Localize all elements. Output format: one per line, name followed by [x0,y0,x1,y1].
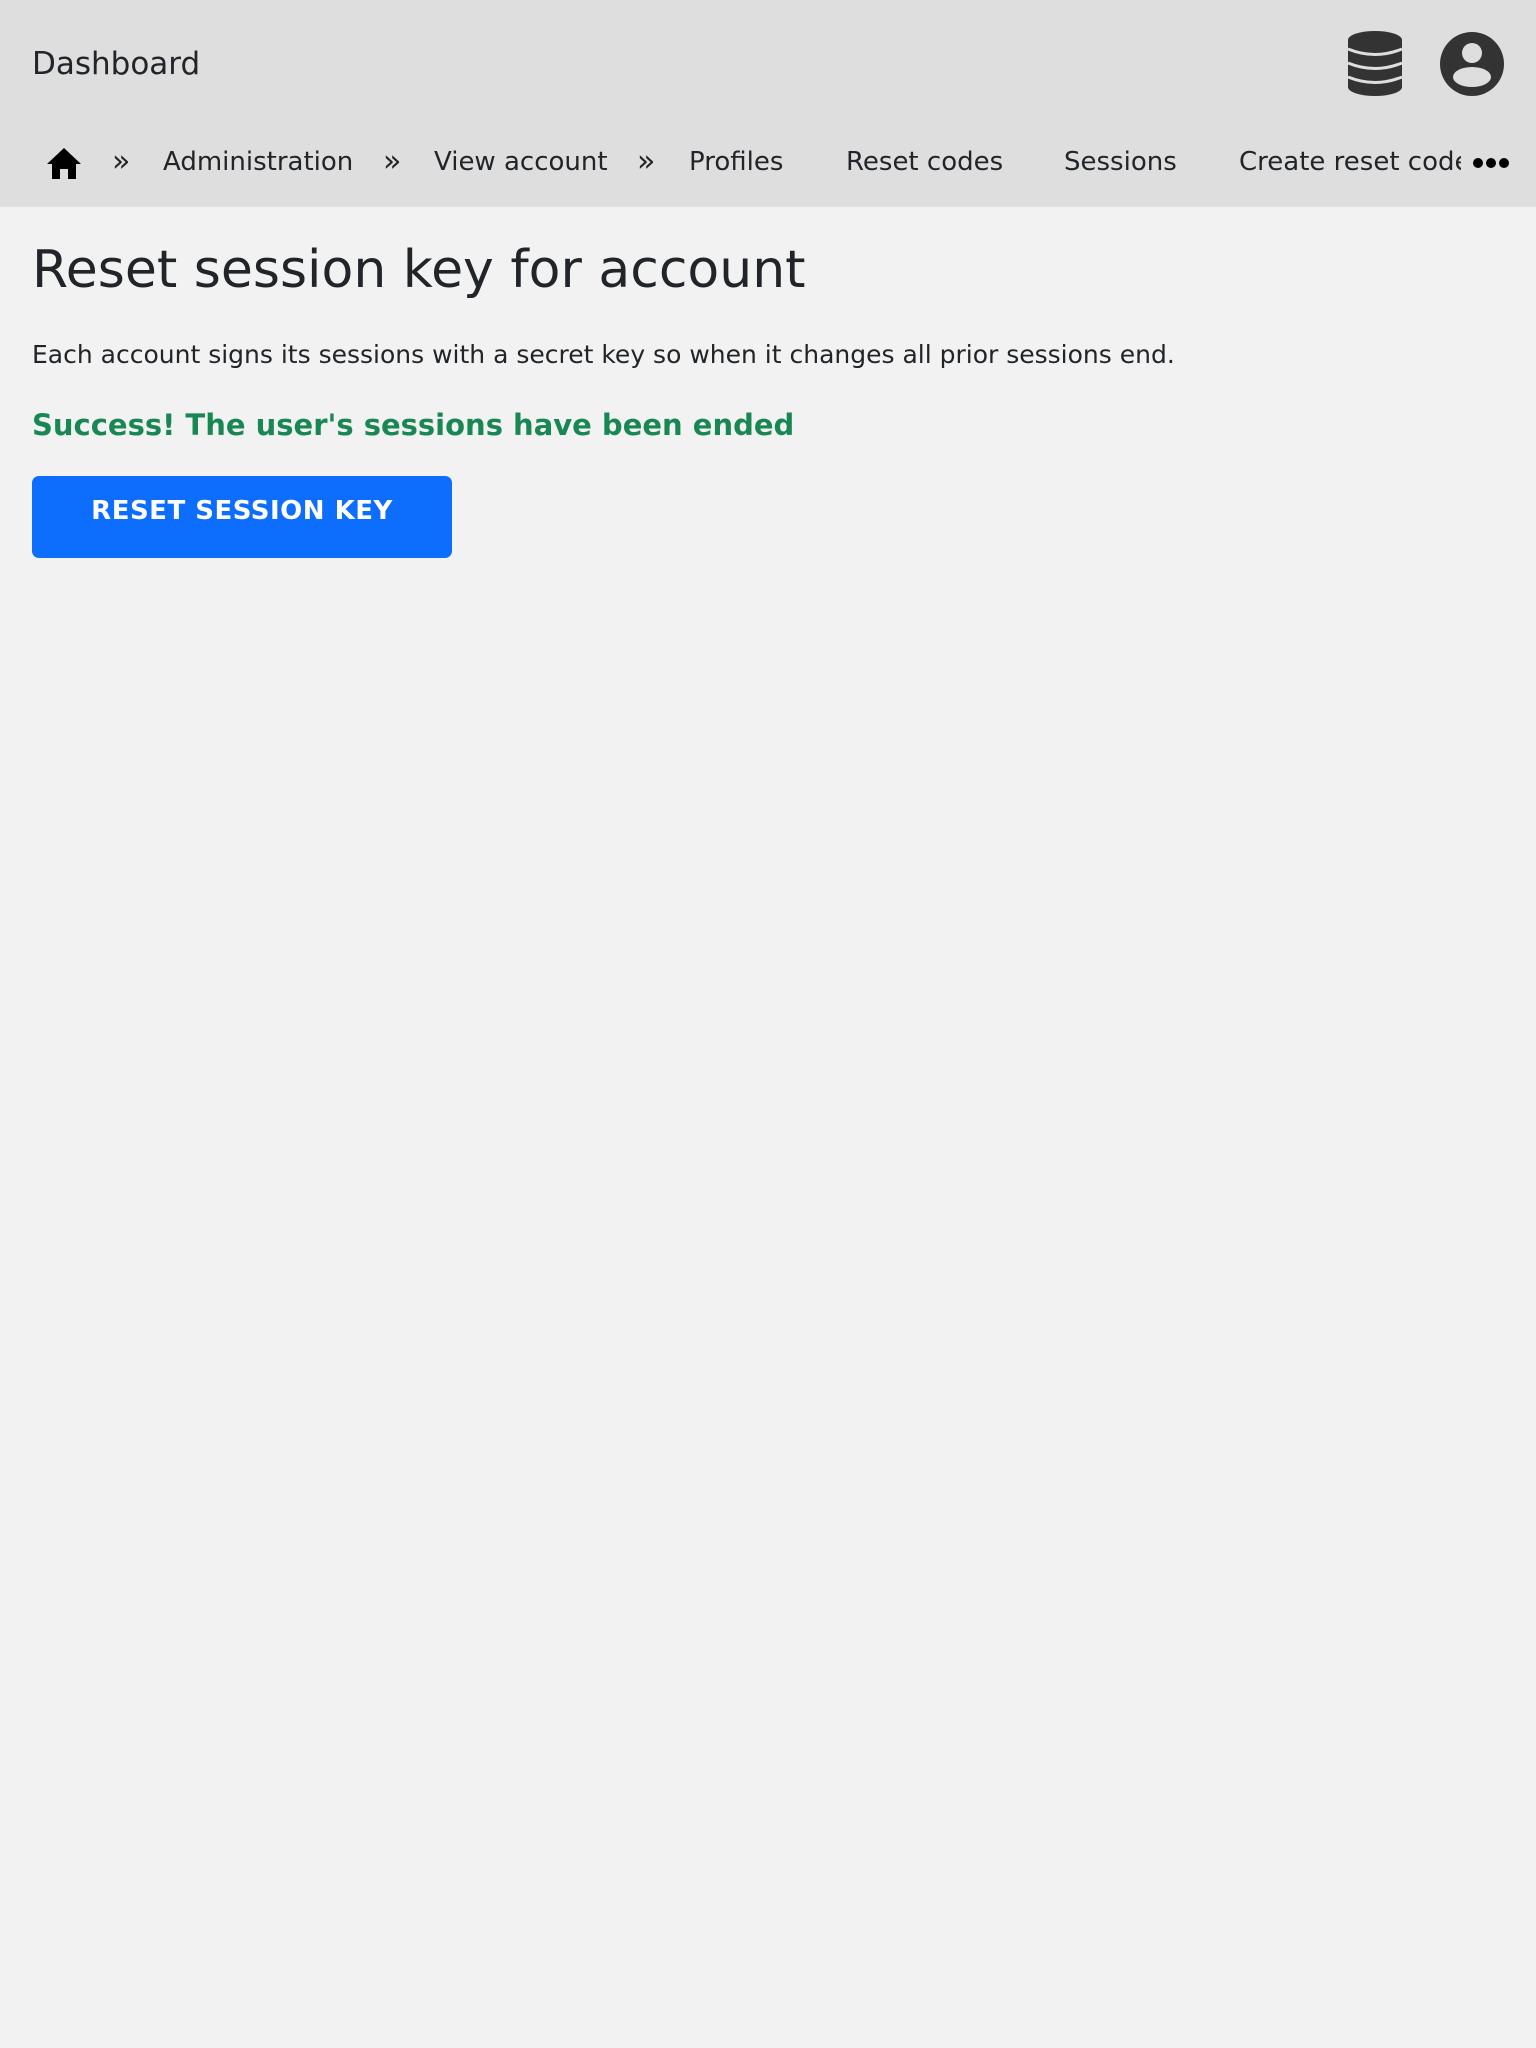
tab-profiles[interactable]: Profiles [689,144,783,180]
more-horizontal-icon[interactable] [1473,157,1509,169]
database-icon[interactable] [1346,30,1404,96]
home-icon[interactable] [44,143,84,183]
success-message: Success! The user's sessions have been e… [32,408,795,442]
reset-session-key-button[interactable]: RESET SESSION KEY [32,476,452,558]
tab-create-reset-code[interactable]: Create reset code [1239,144,1461,180]
dashboard-link[interactable]: Dashboard [32,44,200,84]
breadcrumb-administration[interactable]: Administration [163,144,353,180]
page-title: Reset session key for account [32,240,806,300]
tab-sessions[interactable]: Sessions [1064,144,1177,180]
top-header: Dashboard » Administration » View accoun… [0,0,1536,207]
breadcrumb-separator: » [112,144,131,179]
user-circle-icon[interactable] [1439,31,1505,97]
breadcrumb-view-account[interactable]: View account [434,144,608,180]
breadcrumb-separator: » [637,144,656,179]
tab-reset-codes[interactable]: Reset codes [846,144,1003,180]
breadcrumb-nav: » Administration » View account » Profil… [0,130,1536,196]
nav-overflow-clip: Create reset code [1239,130,1461,196]
breadcrumb-separator: » [383,144,402,179]
page-description: Each account signs its sessions with a s… [32,340,1175,369]
